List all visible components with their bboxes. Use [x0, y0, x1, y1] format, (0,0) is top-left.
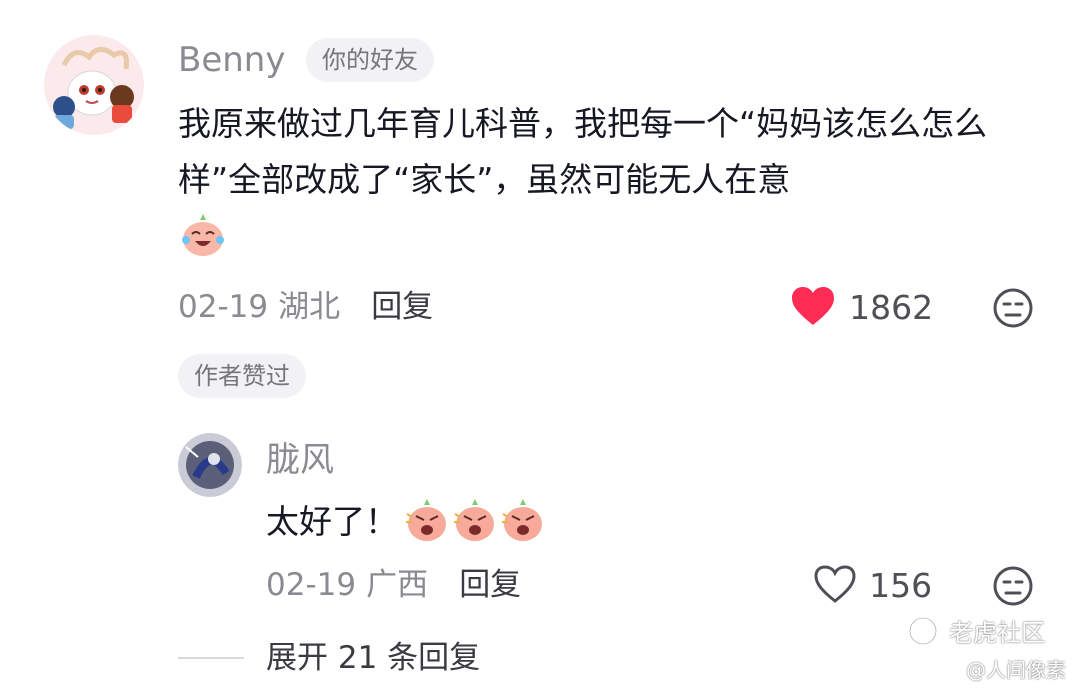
reply-like-button[interactable]: 156 — [812, 563, 932, 607]
tiger-logo-icon — [908, 616, 938, 650]
reply-meta: 02-19 广西 回复 — [266, 565, 521, 605]
comment-author-name[interactable]: Benny — [178, 40, 285, 80]
source-watermark: @人间像素 — [966, 658, 1066, 682]
angry-emoji — [499, 496, 547, 548]
comment-location: 湖北 — [278, 289, 341, 325]
reply-like-count: 156 — [869, 566, 933, 605]
comment-meta: 02-19 湖北 回复 — [178, 287, 433, 327]
friend-badge: 你的好友 — [306, 38, 434, 82]
comment-text: 我原来做过几年育儿科普，我把每一个“妈妈该怎么怎么样”全部改成了“家长”，虽然可… — [178, 104, 988, 199]
reply-text: 太好了！ — [266, 502, 398, 541]
community-watermark: 老虎社区 — [908, 616, 1045, 648]
comment-like-count: 1862 — [849, 288, 934, 327]
heart-filled-icon — [790, 285, 836, 331]
laugh-cry-emoji — [178, 210, 228, 264]
comment-dislike-icon[interactable] — [992, 287, 1034, 333]
angry-emoji — [451, 496, 499, 548]
author-liked-badge: 作者赞过 — [178, 354, 306, 398]
comment-like-button[interactable]: 1862 — [790, 285, 933, 329]
community-watermark-text: 老虎社区 — [949, 619, 1046, 647]
reply-author-avatar[interactable] — [178, 433, 242, 497]
reply-location: 广西 — [366, 567, 429, 603]
reply-body: 太好了！ — [266, 494, 547, 550]
reply-author-name[interactable]: 胧风 — [266, 440, 334, 480]
reply-date: 02-19 — [266, 567, 357, 603]
reply-reply-button[interactable]: 回复 — [459, 567, 521, 603]
expand-divider — [178, 657, 244, 659]
comment-body: 我原来做过几年育儿科普，我把每一个“妈妈该怎么怎么样”全部改成了“家长”，虽然可… — [178, 96, 1028, 264]
comment-reply-button[interactable]: 回复 — [371, 289, 433, 325]
expand-replies-button[interactable]: 展开 21 条回复 — [266, 638, 480, 678]
comment-author-avatar[interactable] — [44, 35, 144, 135]
comment-date: 02-19 — [178, 289, 269, 325]
heart-outline-icon — [812, 563, 858, 609]
reply-dislike-icon[interactable] — [992, 565, 1034, 611]
angry-emoji — [403, 496, 451, 548]
